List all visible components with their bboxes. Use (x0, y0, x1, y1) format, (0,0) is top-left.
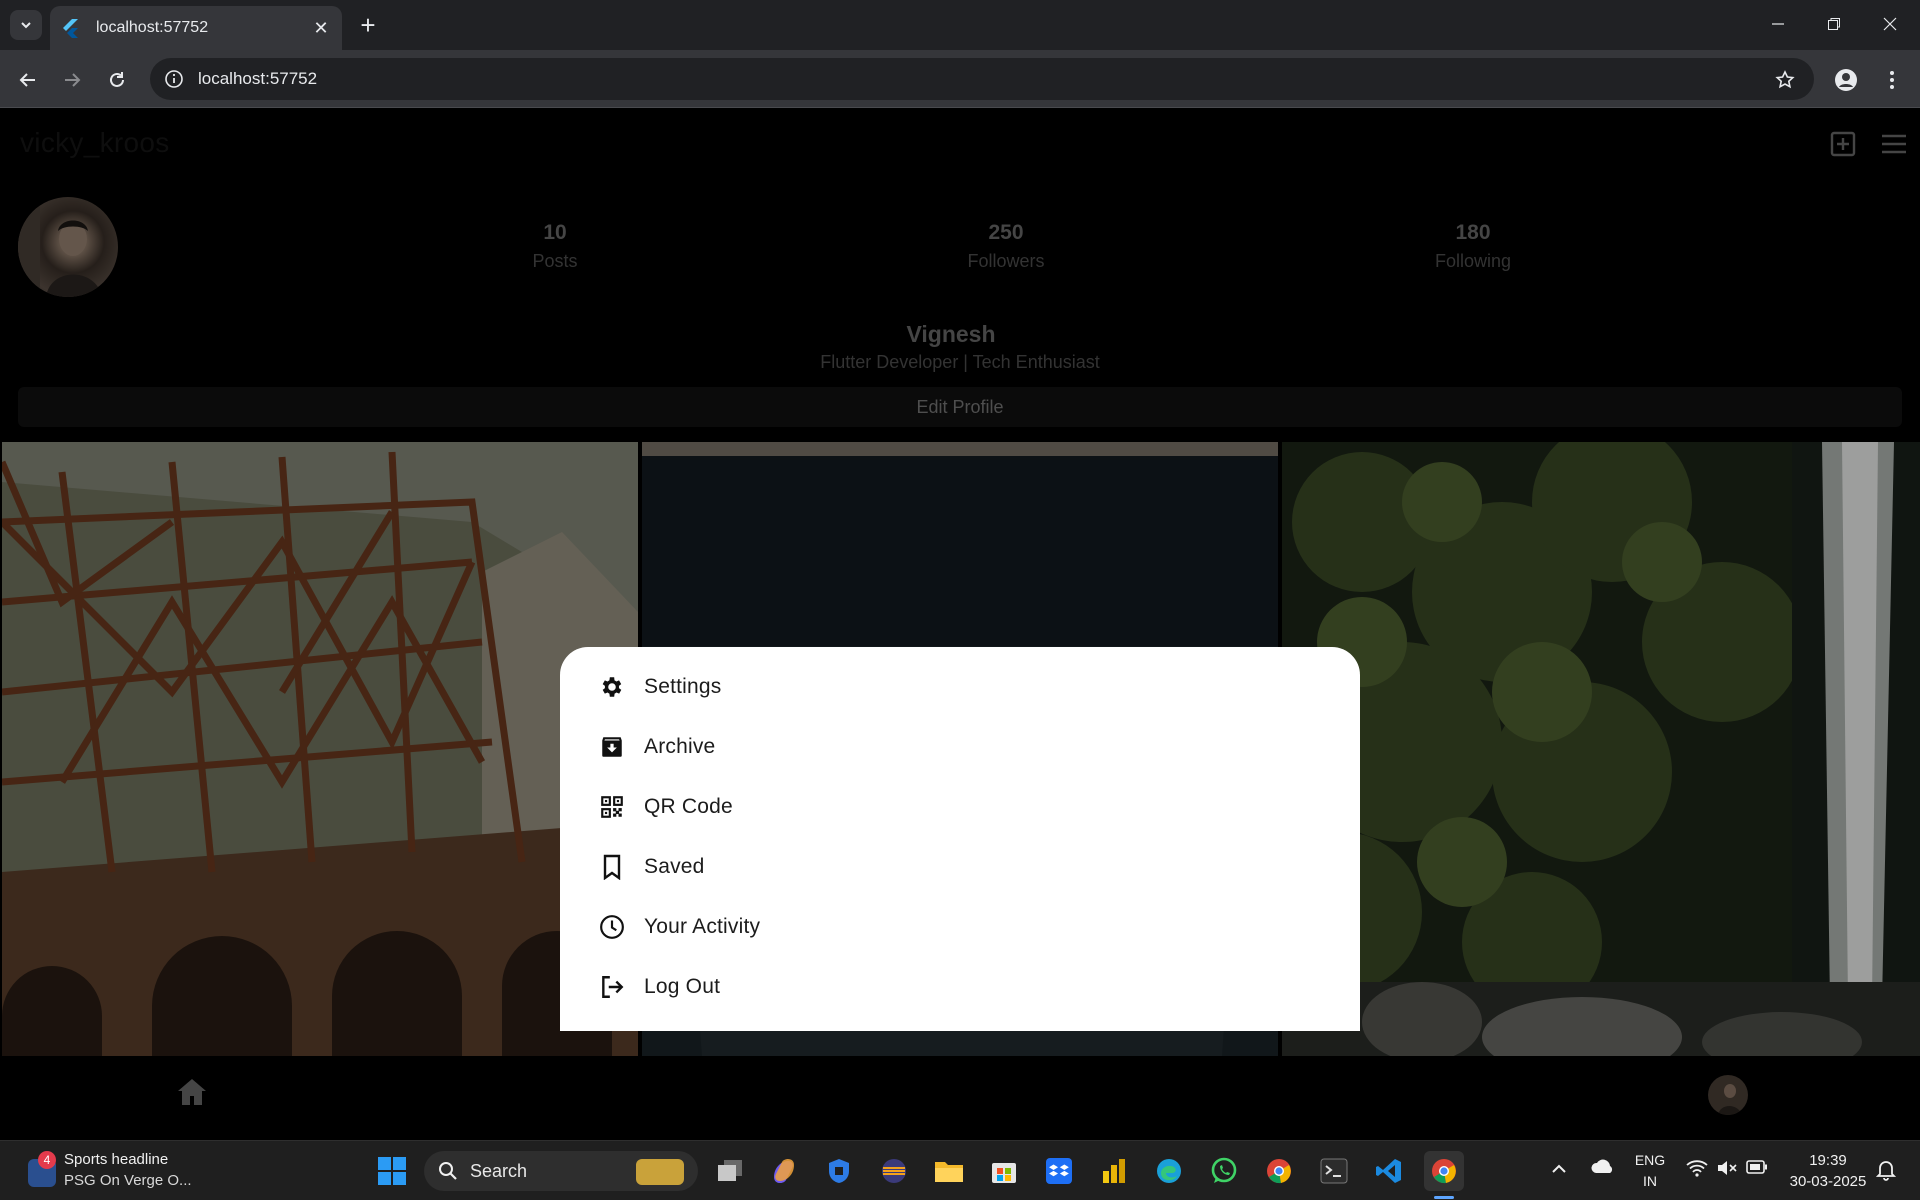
clock-date: 30-03-2025 (1789, 1173, 1867, 1190)
volume-muted-icon[interactable] (1716, 1159, 1738, 1182)
system-clock[interactable]: 19:39 30-03-2025 (1780, 1150, 1876, 1192)
restore-button[interactable] (1806, 0, 1862, 48)
search-highlight-image-icon (636, 1159, 684, 1185)
menu-item-archive[interactable]: Archive (560, 717, 1360, 777)
search-icon (439, 1162, 457, 1180)
tab-title: localhost:57752 (96, 19, 209, 36)
power-bi-icon[interactable] (1094, 1151, 1134, 1191)
widget-badge: 4 (38, 1151, 56, 1169)
url-text: localhost:57752 (198, 69, 318, 88)
taskbar-search-box[interactable]: Search (424, 1151, 698, 1191)
clock-time: 19:39 (1809, 1152, 1847, 1169)
logout-icon (598, 973, 626, 1001)
vscode-icon[interactable] (1369, 1151, 1409, 1191)
qr-code-icon (598, 793, 626, 821)
security-shield-app-icon[interactable] (819, 1151, 859, 1191)
chevron-down-icon (21, 22, 31, 29)
widget-title: Sports headline (64, 1151, 169, 1168)
menu-label: QR Code (644, 795, 733, 818)
search-label: Search (470, 1160, 528, 1181)
tab-close-icon[interactable]: ✕ (310, 18, 332, 39)
menu-label: Your Activity (644, 915, 761, 938)
browser-tab[interactable]: localhost:57752 ✕ (50, 6, 342, 50)
chrome-active-icon[interactable] (1424, 1151, 1464, 1191)
clock-icon (598, 913, 626, 941)
onedrive-cloud-icon[interactable] (1590, 1159, 1614, 1180)
battery-icon[interactable] (1746, 1160, 1768, 1179)
language-indicator[interactable]: ENG IN (1630, 1150, 1670, 1192)
news-widget[interactable]: 4 Sports headline PSG On Verge O... (22, 1149, 222, 1193)
eclipse-ide-icon[interactable] (874, 1151, 914, 1191)
whatsapp-icon[interactable] (1204, 1151, 1244, 1191)
show-hidden-icons-chevron-icon[interactable] (1551, 1161, 1567, 1179)
menu-label: Saved (644, 855, 705, 878)
notification-bell-icon[interactable] (1875, 1159, 1897, 1186)
windows-start-icon[interactable] (372, 1151, 412, 1191)
forward-button[interactable] (54, 62, 90, 98)
terminal-icon[interactable] (1314, 1151, 1354, 1191)
settings-icon (598, 673, 626, 701)
tab-search-button[interactable] (10, 10, 42, 40)
widget-subtitle: PSG On Verge O... (64, 1172, 192, 1189)
new-tab-button[interactable]: + (352, 10, 384, 40)
reload-button[interactable] (99, 62, 135, 98)
file-explorer-icon[interactable] (929, 1151, 969, 1191)
menu-label: Settings (644, 675, 722, 698)
active-app-indicator (1434, 1196, 1454, 1199)
windows-taskbar: 4 Sports headline PSG On Verge O... Sear… (0, 1140, 1920, 1200)
dropbox-icon[interactable] (1039, 1151, 1079, 1191)
menu-label: Log Out (644, 975, 721, 998)
options-bottom-sheet: Settings Archive QR Code Saved Your Acti… (560, 647, 1360, 1031)
menu-item-saved[interactable]: Saved (560, 837, 1360, 897)
menu-item-log-out[interactable]: Log Out (560, 957, 1360, 1017)
menu-item-your-activity[interactable]: Your Activity (560, 897, 1360, 957)
site-info-icon[interactable] (164, 69, 184, 89)
menu-label: Archive (644, 735, 716, 758)
edge-browser-icon[interactable] (1149, 1151, 1189, 1191)
copilot-icon[interactable] (764, 1151, 804, 1191)
chrome-icon[interactable] (1259, 1151, 1299, 1191)
profile-account-icon[interactable] (1828, 62, 1864, 98)
menu-item-qr-code[interactable]: QR Code (560, 777, 1360, 837)
window-close-button[interactable] (1862, 0, 1918, 48)
task-view-icon[interactable] (710, 1151, 750, 1191)
menu-item-settings[interactable]: Settings (560, 657, 1360, 717)
bookmark-star-button[interactable] (1767, 62, 1803, 98)
browser-menu-icon[interactable] (1874, 62, 1910, 98)
flutter-favicon-icon (60, 17, 82, 39)
archive-icon (598, 733, 626, 761)
wifi-icon[interactable] (1686, 1159, 1708, 1182)
lang-region: IN (1643, 1173, 1657, 1189)
address-bar[interactable]: localhost:57752 (150, 58, 1814, 100)
minimize-button[interactable] (1750, 0, 1806, 48)
bookmark-icon (598, 853, 626, 881)
back-button[interactable] (10, 62, 46, 98)
lang-code: ENG (1634, 1152, 1666, 1168)
microsoft-store-icon[interactable] (984, 1151, 1024, 1191)
